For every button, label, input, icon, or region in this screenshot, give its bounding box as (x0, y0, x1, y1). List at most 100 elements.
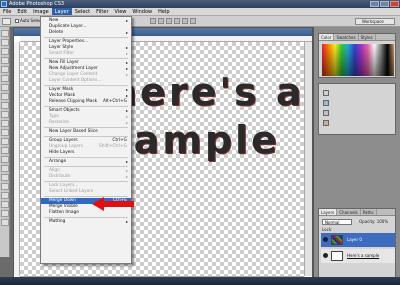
menu-item-label: Vector Mask (49, 93, 76, 98)
submenu-arrow-icon: ▸ (125, 174, 128, 179)
magic-wand-tool-icon[interactable] (1, 57, 9, 64)
crop-tool-icon[interactable] (1, 66, 9, 73)
eraser-tool-icon[interactable] (1, 120, 9, 127)
blend-mode-select[interactable]: Normal (322, 219, 352, 225)
dodge-tool-icon[interactable] (1, 147, 9, 154)
notes-tool-icon[interactable] (1, 192, 9, 199)
menu-window[interactable]: Window (129, 8, 155, 15)
menu-item-release-clipping-mask[interactable]: Release Clipping Mask Alt+Ctrl+G (41, 99, 131, 105)
menu-item-matting[interactable]: Matting ▸ (41, 219, 131, 225)
swatch-grid[interactable] (322, 44, 394, 76)
auto-select-checkbox[interactable] (15, 19, 19, 23)
menu-filter[interactable]: Filter (93, 8, 111, 15)
style-swatch[interactable] (323, 110, 329, 116)
canvas-text-line-1: here's a (110, 70, 305, 114)
menu-item-label: Duplicate Layer... (49, 24, 87, 29)
gradient-tool-icon[interactable] (1, 129, 9, 136)
submenu-arrow-icon: ▸ (125, 120, 128, 125)
align-right-icon[interactable] (190, 18, 196, 24)
move-tool-icon[interactable] (2, 18, 11, 25)
history-brush-tool-icon[interactable] (1, 111, 9, 118)
shape-tool-icon[interactable] (1, 183, 9, 190)
style-swatch[interactable] (323, 90, 329, 96)
layer-name: Layer 0 (347, 237, 362, 242)
menu-bar: File Edit Image Layer Select Filter View Window… (0, 8, 400, 16)
align-bottom-icon[interactable] (166, 18, 172, 24)
style-swatch[interactable] (323, 100, 329, 106)
tab-color[interactable]: Color (319, 34, 335, 40)
menu-view[interactable]: View (112, 8, 130, 15)
layers-panel: Layers Channels Paths Normal Opacity: 10… (318, 208, 396, 285)
brush-tool-icon[interactable] (1, 93, 9, 100)
tab-swatches[interactable]: Swatches (334, 34, 359, 40)
submenu-arrow-icon: ▸ (125, 159, 128, 164)
menu-image[interactable]: Image (30, 8, 52, 15)
menu-item-label: Merge Down (49, 198, 76, 203)
menu-item-delete[interactable]: Delete ▸ (41, 30, 131, 36)
type-tool-icon[interactable] (1, 165, 9, 172)
blur-tool-icon[interactable] (1, 138, 9, 145)
eyedropper-tool-icon[interactable] (1, 201, 9, 208)
healing-tool-icon[interactable] (1, 84, 9, 91)
tab-paths[interactable]: Paths (361, 209, 377, 215)
menu-item-label: Layer Content Options... (49, 78, 102, 83)
opacity-field[interactable]: Opacity: 100% (359, 219, 388, 225)
toolbox (0, 27, 10, 257)
right-panel-dock: Color Swatches Styles Layers Channels Pa… (313, 27, 400, 285)
layer-thumbnail (331, 235, 343, 245)
submenu-arrow-icon: ▸ (125, 219, 128, 224)
align-middle-icon[interactable] (158, 18, 164, 24)
menu-layer[interactable]: Layer (51, 8, 72, 15)
pen-tool-icon[interactable] (1, 156, 9, 163)
style-swatch[interactable] (323, 120, 329, 126)
align-buttons (150, 18, 196, 24)
menu-item-hide-layers[interactable]: Hide Layers (41, 150, 131, 156)
move-tool-icon[interactable] (1, 30, 9, 37)
layer-name: Here's a sample (347, 253, 380, 258)
red-arrow-icon (92, 197, 134, 211)
menu-separator (44, 58, 128, 59)
marquee-tool-icon[interactable] (1, 39, 9, 46)
eye-icon[interactable] (323, 253, 328, 258)
align-center-icon[interactable] (182, 18, 188, 24)
eye-icon[interactable] (323, 237, 328, 242)
menu-item-label: Ungroup Layers (49, 144, 83, 149)
menu-separator (44, 166, 128, 167)
menu-item-arrange[interactable]: Arrange ▸ (41, 159, 131, 165)
menu-file[interactable]: File (0, 8, 14, 15)
path-select-tool-icon[interactable] (1, 174, 9, 181)
tab-channels[interactable]: Channels (337, 209, 361, 215)
lock-label: Lock: (322, 227, 333, 232)
menu-item-label: Smart Objects (49, 108, 80, 113)
hand-tool-icon[interactable] (1, 210, 9, 217)
submenu-arrow-icon: ▸ (125, 30, 128, 35)
menu-item-label: Select Linked Layers (49, 189, 94, 194)
tab-layers[interactable]: Layers (319, 209, 338, 215)
layer-row[interactable]: Here's a sample (321, 249, 395, 263)
tab-styles[interactable]: Styles (359, 34, 376, 40)
menu-item-label: Group Layers (49, 138, 78, 143)
menu-item-rasterize: Rasterize ▸ (41, 120, 131, 126)
menu-select[interactable]: Select (72, 8, 93, 15)
menu-edit[interactable]: Edit (14, 8, 30, 15)
maximize-button[interactable] (380, 1, 389, 7)
close-button[interactable] (390, 1, 399, 7)
align-top-icon[interactable] (150, 18, 156, 24)
zoom-tool-icon[interactable] (1, 219, 9, 226)
layer-row[interactable]: Layer 0 (321, 233, 395, 247)
vertical-scrollbar[interactable] (304, 42, 312, 276)
slice-tool-icon[interactable] (1, 75, 9, 82)
layer-thumbnail (331, 251, 343, 261)
title-bar: Adobe Photoshop CS3 (0, 0, 400, 8)
menu-item-smart-filter: Smart Filter ▸ (41, 51, 131, 57)
menu-item-label: Release Clipping Mask (49, 99, 98, 104)
minimize-button[interactable] (370, 1, 379, 7)
align-left-icon[interactable] (174, 18, 180, 24)
lasso-tool-icon[interactable] (1, 48, 9, 55)
menu-help[interactable]: Help (155, 8, 172, 15)
workspace-dropdown[interactable]: Workspace (355, 18, 395, 25)
menu-item-new-layer-based-slice[interactable]: New Layer Based Slice (41, 129, 131, 135)
menu-item-label: New Adjustment Layer (49, 66, 98, 71)
menu-item-select-linked-layers: Select Linked Layers (41, 189, 131, 195)
clone-stamp-tool-icon[interactable] (1, 102, 9, 109)
